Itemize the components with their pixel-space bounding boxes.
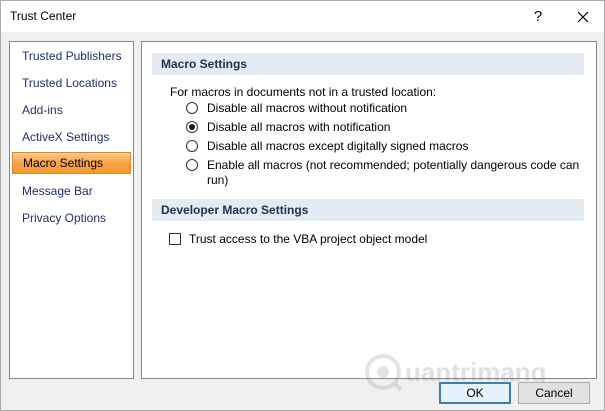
close-button[interactable] [566,1,600,32]
macro-settings-header: Macro Settings [152,53,584,75]
sidebar-item-macro-settings[interactable]: Macro Settings [12,152,131,174]
radio-selected-dot [189,124,195,130]
option-label-disable-except-signed[interactable]: Disable all macros except digitally sign… [207,139,468,153]
radio-enable-all-macros[interactable] [186,159,198,171]
developer-settings-header: Developer Macro Settings [152,199,584,221]
option-label-enable-all-line1[interactable]: Enable all macros (not recommended; pote… [207,158,579,172]
settings-panel: Macro Settings For macros in documents n… [141,41,597,379]
option-label-disable-without-notification[interactable]: Disable all macros without notification [207,101,407,115]
radio-disable-without-notification[interactable] [186,102,198,114]
sidebar-item-add-ins[interactable]: Add-ins [12,99,131,121]
cancel-button[interactable]: Cancel [518,382,590,404]
sidebar-item-privacy-options[interactable]: Privacy Options [12,207,131,229]
macro-settings-intro: For macros in documents not in a trusted… [170,85,437,99]
radio-disable-except-signed[interactable] [186,140,198,152]
trust-vba-checkbox[interactable] [169,233,181,245]
help-button[interactable]: ? [521,1,555,32]
radio-disable-with-notification[interactable] [186,121,198,133]
close-icon [577,11,589,23]
option-label-disable-with-notification[interactable]: Disable all macros with notification [207,120,390,134]
sidebar-item-activex-settings[interactable]: ActiveX Settings [12,126,131,148]
sidebar-item-trusted-publishers[interactable]: Trusted Publishers [12,45,131,67]
category-sidebar: Trusted Publishers Trusted Locations Add… [9,41,134,379]
trust-center-dialog: Trust Center ? Trusted Publishers Truste… [0,0,605,411]
sidebar-item-message-bar[interactable]: Message Bar [12,180,131,202]
trust-vba-label[interactable]: Trust access to the VBA project object m… [189,232,427,246]
title-bar: Trust Center ? [1,1,604,32]
sidebar-item-trusted-locations[interactable]: Trusted Locations [12,72,131,94]
window-title: Trust Center [10,9,77,23]
ok-button[interactable]: OK [439,382,511,404]
option-label-enable-all-line2[interactable]: run) [207,173,228,187]
